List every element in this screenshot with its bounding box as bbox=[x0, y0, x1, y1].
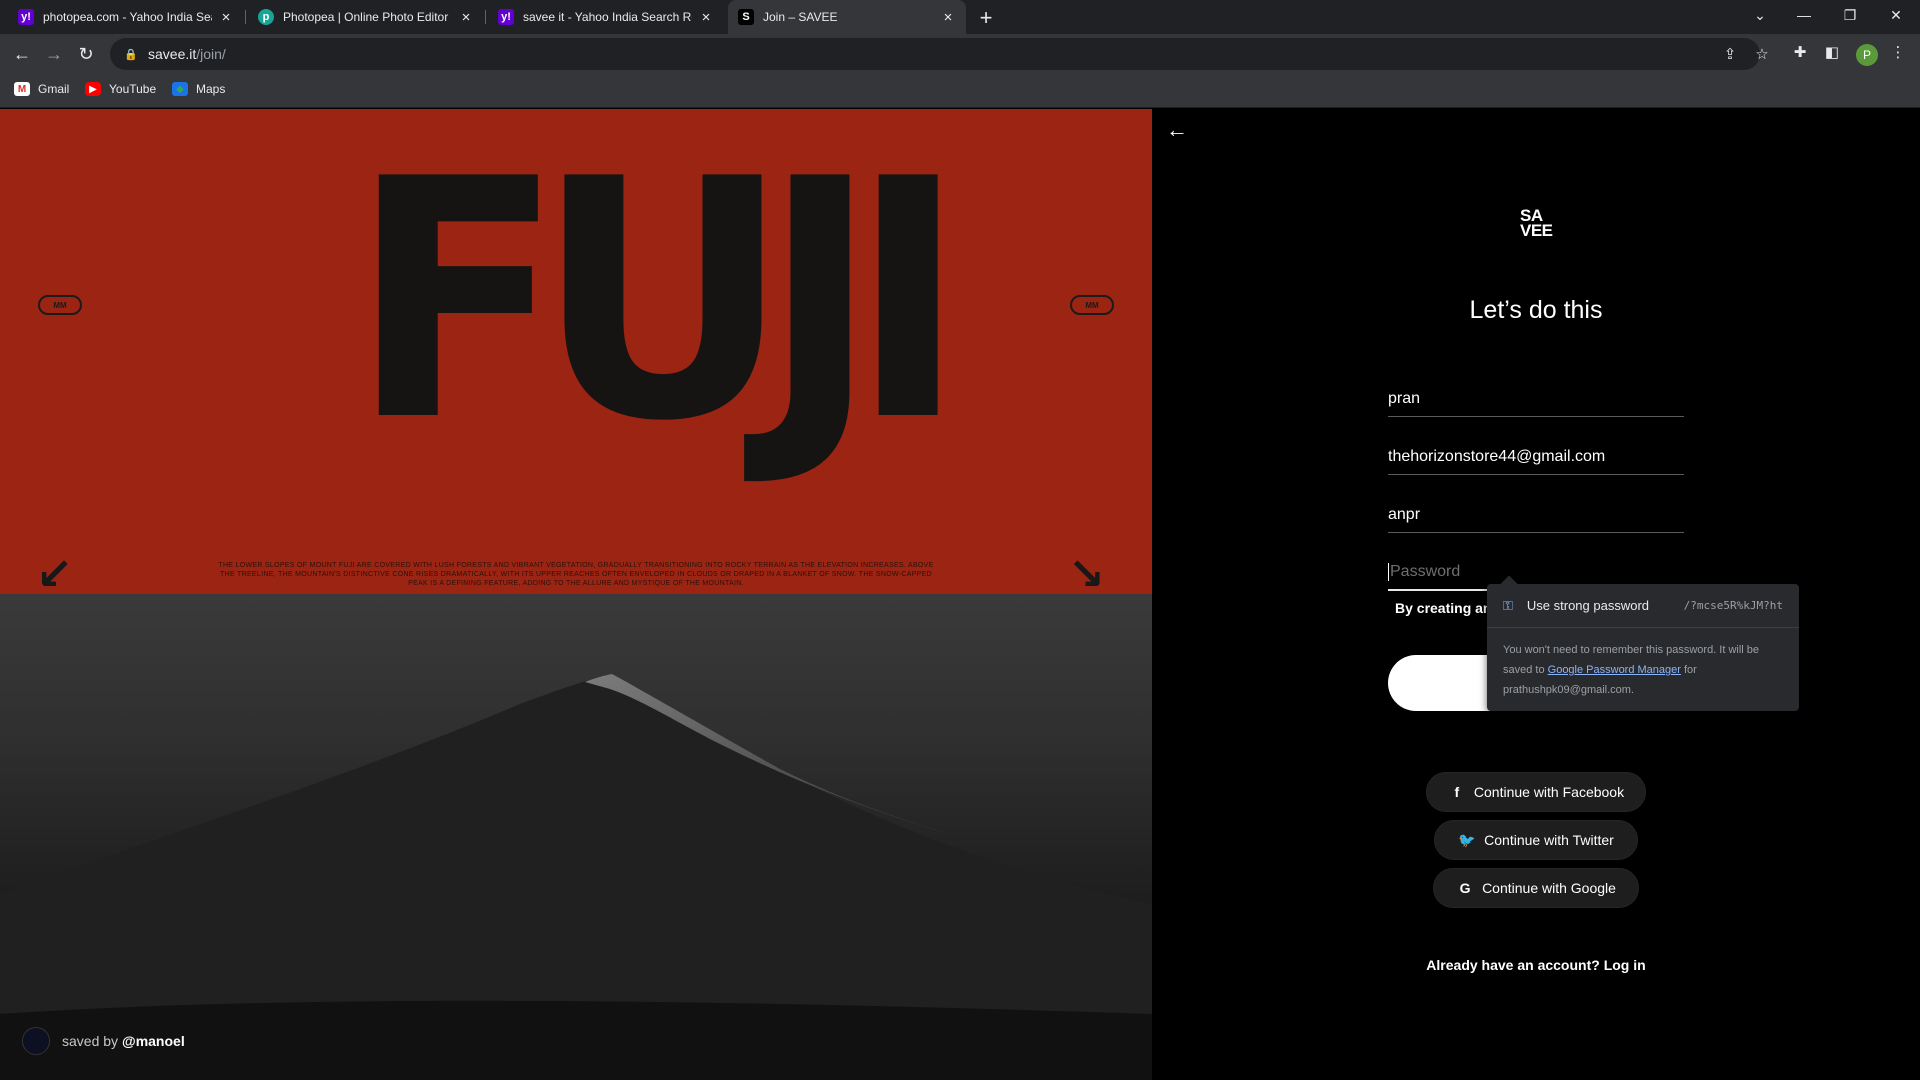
address-host: savee.it bbox=[148, 46, 197, 62]
page-title: Let’s do this bbox=[1469, 296, 1603, 324]
avatar[interactable] bbox=[22, 1027, 50, 1055]
continue-google-button[interactable]: G Continue with Google bbox=[1433, 868, 1639, 908]
tab-separator bbox=[245, 10, 246, 24]
username-field[interactable]: anpr bbox=[1388, 497, 1684, 533]
close-window-icon[interactable]: ✕ bbox=[1874, 0, 1918, 30]
share-icon[interactable]: ⇪ bbox=[1718, 42, 1742, 66]
bookmark-label: YouTube bbox=[109, 82, 157, 96]
yahoo-icon: y! bbox=[498, 9, 514, 25]
password-manager-note: You won't need to remember this password… bbox=[1503, 640, 1788, 700]
bookmark-star-icon[interactable]: ☆ bbox=[1750, 42, 1774, 66]
close-tab-icon[interactable]: × bbox=[698, 9, 714, 26]
password-manager-link[interactable]: Google Password Manager bbox=[1548, 664, 1681, 676]
new-tab-button[interactable]: + bbox=[974, 5, 998, 30]
suggested-password: /?mcse5R%kJM?ht bbox=[1683, 599, 1783, 612]
suggestion-title: Use strong password bbox=[1526, 598, 1650, 613]
signup-panel: ← SA VEE Let’s do this pran thehorizonst… bbox=[1152, 109, 1920, 1080]
restore-icon[interactable]: ❐ bbox=[1828, 0, 1872, 30]
tab-separator bbox=[485, 10, 486, 24]
gmail-icon: M bbox=[14, 82, 30, 96]
tab-title: Join – SAVEE bbox=[763, 10, 838, 24]
login-prompt[interactable]: Already have an account? Log in bbox=[1152, 957, 1920, 973]
tab-title: photopea.com - Yahoo India Sea bbox=[43, 10, 212, 24]
facebook-label: Continue with Facebook bbox=[1473, 784, 1625, 800]
mountain-photo bbox=[0, 594, 1152, 1080]
email-field[interactable]: thehorizonstore44@gmail.com bbox=[1388, 439, 1684, 475]
yahoo-icon: y! bbox=[18, 9, 34, 25]
text-caret bbox=[1388, 563, 1389, 581]
featured-artwork[interactable]: FUJI MM MM THE LOWER SLOPES OF MOUNT FUJ… bbox=[0, 109, 1152, 1080]
tab-photopea-yahoo[interactable]: y! photopea.com - Yahoo India Sea × bbox=[8, 0, 244, 34]
maps-icon: ◆ bbox=[172, 82, 188, 96]
google-label: Continue with Google bbox=[1482, 880, 1616, 896]
twitter-icon: 🐦 bbox=[1458, 831, 1476, 848]
photopea-icon: p bbox=[258, 9, 274, 25]
youtube-icon: ▶ bbox=[85, 82, 101, 96]
close-tab-icon[interactable]: × bbox=[940, 9, 956, 26]
key-icon: ⚿ bbox=[1503, 597, 1513, 613]
tab-join-savee[interactable]: S Join – SAVEE × bbox=[728, 0, 966, 34]
continue-twitter-button[interactable]: 🐦 Continue with Twitter bbox=[1434, 820, 1638, 860]
tab-photopea[interactable]: p Photopea | Online Photo Editor × bbox=[248, 0, 484, 34]
savee-icon: S bbox=[738, 9, 754, 25]
terms-text: By creating an bbox=[1395, 600, 1492, 616]
google-icon: G bbox=[1459, 880, 1471, 896]
arrow-down-left-icon: ↙ bbox=[36, 550, 73, 599]
menu-kebab-icon[interactable]: ⋮ bbox=[1886, 40, 1910, 64]
mountain-silhouette bbox=[0, 674, 1152, 1080]
bookmarks-bar: M Gmail ▶ YouTube ◆ Maps bbox=[0, 74, 1920, 108]
lock-icon: 🔒 bbox=[124, 48, 138, 61]
facebook-icon: f bbox=[1454, 784, 1460, 800]
poster-top: FUJI MM MM THE LOWER SLOPES OF MOUNT FUJ… bbox=[0, 109, 1152, 599]
poster-pill-left: MM bbox=[38, 295, 82, 315]
tab-title: Photopea | Online Photo Editor bbox=[283, 10, 449, 24]
forward-icon[interactable]: → bbox=[40, 40, 68, 68]
password-suggestion-popup: ⚿ Use strong password /?mcse5R%kJM?ht Yo… bbox=[1487, 584, 1799, 711]
continue-facebook-button[interactable]: f Continue with Facebook bbox=[1426, 772, 1646, 812]
tab-title: savee it - Yahoo India Search Res bbox=[523, 10, 692, 24]
browser-toolbar: ← → ↻ 🔒 savee.it/join/ ⇪ ☆ bbox=[0, 34, 1920, 74]
extensions-icon[interactable]: ✚ bbox=[1788, 40, 1812, 64]
address-bar[interactable]: 🔒 savee.it/join/ bbox=[110, 38, 1760, 70]
twitter-label: Continue with Twitter bbox=[1484, 832, 1614, 848]
saved-by-prefix: saved by bbox=[62, 1033, 119, 1049]
bookmark-youtube[interactable]: ▶ YouTube bbox=[85, 82, 156, 96]
back-arrow-icon[interactable]: ← bbox=[1164, 117, 1190, 143]
address-path: /join/ bbox=[196, 46, 226, 62]
arrow-down-right-icon: ↘ bbox=[1068, 550, 1105, 599]
tab-strip: y! photopea.com - Yahoo India Sea × p Ph… bbox=[0, 0, 1920, 34]
bookmark-gmail[interactable]: M Gmail bbox=[14, 82, 69, 96]
close-tab-icon[interactable]: × bbox=[458, 9, 474, 26]
side-panel-icon[interactable]: ◧ bbox=[1820, 40, 1844, 64]
tab-search-chevron-icon[interactable]: ⌄ bbox=[1738, 0, 1782, 30]
profile-avatar[interactable]: P bbox=[1856, 44, 1878, 66]
poster-pill-right: MM bbox=[1070, 295, 1114, 315]
close-tab-icon[interactable]: × bbox=[218, 9, 234, 26]
saved-by-user[interactable]: @manoel bbox=[122, 1033, 185, 1049]
name-field[interactable]: pran bbox=[1388, 381, 1684, 417]
back-icon[interactable]: ← bbox=[8, 40, 36, 68]
saved-by-credit[interactable]: saved by @manoel bbox=[22, 1027, 185, 1055]
poster-body-text: THE LOWER SLOPES OF MOUNT FUJI ARE COVER… bbox=[218, 562, 934, 587]
bookmark-label: Gmail bbox=[38, 82, 70, 96]
use-strong-password-option[interactable]: ⚿ Use strong password /?mcse5R%kJM?ht bbox=[1487, 584, 1799, 628]
poster-headline: FUJI bbox=[350, 109, 967, 493]
reload-icon[interactable]: ↻ bbox=[72, 40, 100, 68]
logo-line-2: VEE bbox=[1520, 221, 1553, 240]
bookmark-maps[interactable]: ◆ Maps bbox=[172, 82, 225, 96]
password-placeholder: Password bbox=[1390, 563, 1461, 580]
minimize-icon[interactable]: — bbox=[1782, 0, 1826, 30]
savee-logo[interactable]: SA VEE bbox=[1520, 207, 1560, 240]
bookmark-label: Maps bbox=[196, 82, 226, 96]
tab-savee-yahoo[interactable]: y! savee it - Yahoo India Search Res × bbox=[488, 0, 724, 34]
